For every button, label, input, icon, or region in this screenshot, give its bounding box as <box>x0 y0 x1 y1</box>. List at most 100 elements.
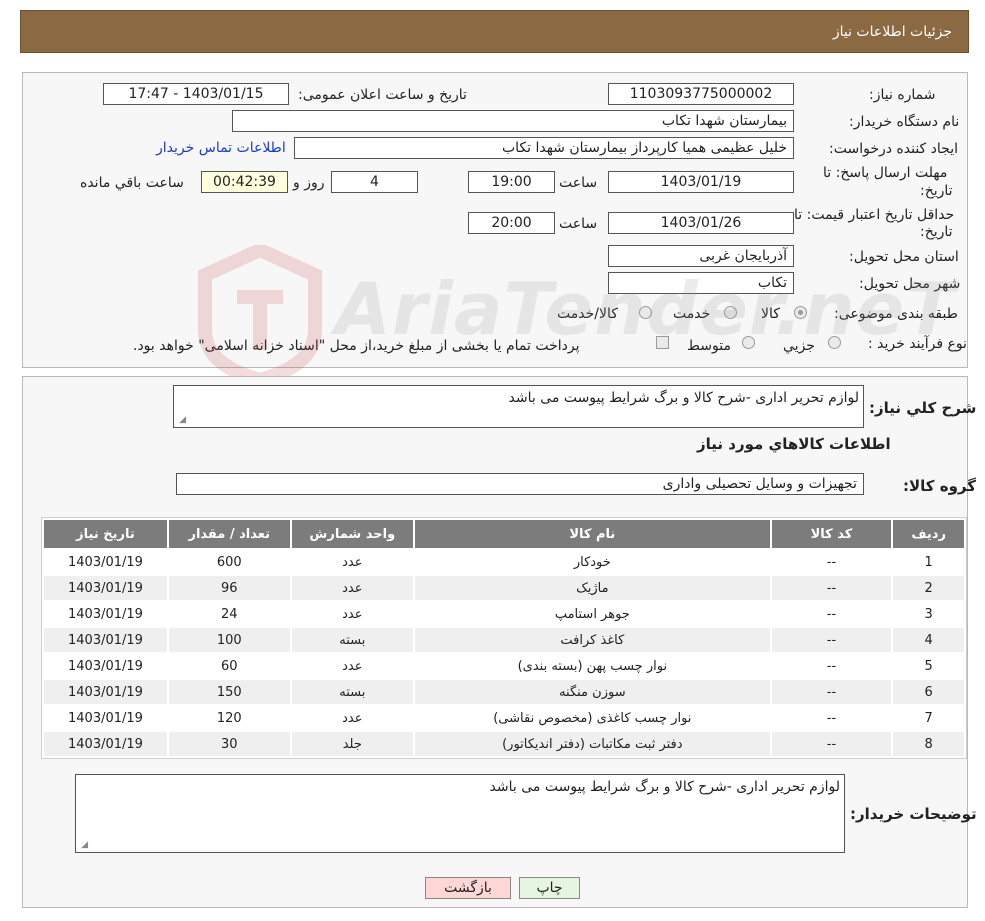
buyer-notes-label: توضیحات خریدار: <box>850 805 977 823</box>
table-row: 5 -- نوار چسب پهن (بسته بندی) عدد 60 140… <box>44 654 964 678</box>
treasury-bonds-checkbox[interactable] <box>656 336 669 349</box>
cell-unit: عدد <box>291 706 414 730</box>
cell-goods-code: -- <box>771 576 892 600</box>
requester-label: ایجاد کننده درخواست: <box>829 141 958 157</box>
reply-deadline-label-line2: تاریخ: <box>920 183 953 199</box>
cell-goods-code: -- <box>771 732 892 756</box>
cell-need-date: 1403/01/19 <box>44 732 167 756</box>
cell-row-number: 3 <box>893 602 964 626</box>
cell-row-number: 1 <box>893 550 964 574</box>
cell-row-number: 7 <box>893 706 964 730</box>
cell-goods-code: -- <box>771 550 892 574</box>
cell-goods-code: -- <box>771 602 892 626</box>
cell-need-date: 1403/01/19 <box>44 602 167 626</box>
cell-goods-name: سوزن منگنه <box>415 680 770 704</box>
cell-need-date: 1403/01/19 <box>44 706 167 730</box>
price-validity-date: 1403/01/26 <box>608 212 794 234</box>
cell-goods-name: خودکار <box>415 550 770 574</box>
purchase-radio-minor[interactable] <box>828 336 841 349</box>
goods-group-field: تجهیزات و وسایل تحصیلی واداری <box>176 473 864 495</box>
category-radio-goods-service[interactable] <box>639 306 652 319</box>
cell-quantity: 600 <box>168 550 290 574</box>
cell-goods-name: دفتر ثبت مکاتبات (دفتر اندیکاتور) <box>415 732 770 756</box>
need-number-label: شماره نیاز: <box>869 87 936 103</box>
cell-row-number: 5 <box>893 654 964 678</box>
cell-goods-name: جوهر استامپ <box>415 602 770 626</box>
price-validity-label-line2: تاریخ: <box>920 224 953 240</box>
cell-need-date: 1403/01/19 <box>44 680 167 704</box>
purchase-option-medium: متوسط <box>687 338 731 354</box>
general-desc-textarea[interactable]: لوازم تحریر اداری -شرح کالا و برگ شرایط … <box>173 385 864 428</box>
purchase-radio-medium[interactable] <box>742 336 755 349</box>
table-row: 7 -- نوار چسب کاغذی (مخصوص نقاشی) عدد 12… <box>44 706 964 730</box>
announce-datetime-field: 1403/01/15 - 17:47 <box>103 83 289 105</box>
col-quantity: تعداد / مقدار <box>168 520 290 548</box>
treasury-bonds-note: پرداخت تمام یا بخشی از مبلغ خرید،از محل … <box>133 338 580 354</box>
cell-need-date: 1403/01/19 <box>44 550 167 574</box>
purchase-option-minor: جزیي <box>783 338 815 354</box>
reply-time-label: ساعت <box>559 175 598 191</box>
days-label: روز و <box>293 175 325 191</box>
cell-goods-code: -- <box>771 628 892 652</box>
print-button[interactable]: چاپ <box>519 877 580 899</box>
page-header: جزئیات اطلاعات نیاز <box>20 10 969 53</box>
category-label: طبقه بندی موضوعی: <box>834 306 958 322</box>
cell-goods-code: -- <box>771 654 892 678</box>
col-row-number: رديف <box>893 520 964 548</box>
resize-handle-icon[interactable]: ◢ <box>78 840 88 850</box>
price-validity-time: 20:00 <box>468 212 555 234</box>
category-radio-goods[interactable] <box>794 306 807 319</box>
table-row: 8 -- دفتر ثبت مکاتبات (دفتر اندیکاتور) ج… <box>44 732 964 756</box>
cell-quantity: 100 <box>168 628 290 652</box>
goods-group-label: گروه کالا: <box>903 477 976 495</box>
cell-quantity: 30 <box>168 732 290 756</box>
cell-unit: عدد <box>291 550 414 574</box>
category-radio-service[interactable] <box>724 306 737 319</box>
table-row: 1 -- خودکار عدد 600 1403/01/19 <box>44 550 964 574</box>
price-time-label: ساعت <box>559 216 598 232</box>
buyer-notes-textarea[interactable]: لوازم تحریر اداری -شرح کالا و برگ شرایط … <box>75 774 845 853</box>
buyer-org-label: نام دستگاه خریدار: <box>849 114 960 130</box>
details-panel: شرح کلي نياز: لوازم تحریر اداری -شرح کال… <box>22 376 977 908</box>
buyer-notes-text: لوازم تحریر اداری -شرح کالا و برگ شرایط … <box>489 779 840 795</box>
requester-field: خلیل عظیمی همیا کارپرداز بیمارستان شهدا … <box>294 137 794 159</box>
need-info-panel: شماره نیاز: 1103093775000002 تاریخ و ساع… <box>22 72 968 368</box>
buyer-org-field: بیمارستان شهدا تکاب <box>232 110 794 132</box>
remaining-time-label: ساعت باقي مانده <box>80 175 184 191</box>
cell-quantity: 120 <box>168 706 290 730</box>
cell-quantity: 24 <box>168 602 290 626</box>
reply-deadline-label: مهلت ارسال پاسخ: تا <box>823 165 948 181</box>
purchase-type-label: نوع فرآیند خرید : <box>868 336 967 352</box>
cell-quantity: 60 <box>168 654 290 678</box>
page-title: جزئیات اطلاعات نیاز <box>832 23 952 40</box>
cell-row-number: 4 <box>893 628 964 652</box>
cell-goods-code: -- <box>771 706 892 730</box>
cell-quantity: 96 <box>168 576 290 600</box>
items-table: رديف کد کالا نام کالا واحد شمارش تعداد /… <box>41 517 967 759</box>
remaining-time-field: 00:42:39 <box>201 171 288 193</box>
col-goods-code: کد کالا <box>771 520 892 548</box>
cell-quantity: 150 <box>168 680 290 704</box>
col-goods-name: نام کالا <box>415 520 770 548</box>
reply-days-field: 4 <box>331 171 418 193</box>
reply-deadline-date: 1403/01/19 <box>608 171 794 193</box>
cell-goods-name: کاغذ کرافت <box>415 628 770 652</box>
cell-goods-name: نوار چسب کاغذی (مخصوص نقاشی) <box>415 706 770 730</box>
buyer-contact-link[interactable]: اطلاعات تماس خریدار <box>156 140 286 156</box>
category-option-service: خدمت <box>673 306 711 322</box>
back-button[interactable]: بازگشت <box>425 877 511 899</box>
city-label: شهر محل تحویل: <box>859 276 961 292</box>
col-need-date: تاریخ نیاز <box>44 520 167 548</box>
table-row: 6 -- سوزن منگنه بسته 150 1403/01/19 <box>44 680 964 704</box>
cell-row-number: 6 <box>893 680 964 704</box>
province-label: استان محل تحویل: <box>849 249 959 265</box>
cell-goods-name: ماژیک <box>415 576 770 600</box>
cell-need-date: 1403/01/19 <box>44 628 167 652</box>
resize-handle-icon[interactable]: ◢ <box>176 415 186 425</box>
col-unit: واحد شمارش <box>291 520 414 548</box>
cell-row-number: 8 <box>893 732 964 756</box>
price-validity-label: حداقل تاریخ اعتبار قیمت: تا <box>794 207 955 223</box>
cell-goods-code: -- <box>771 680 892 704</box>
category-option-goods: کالا <box>761 306 780 322</box>
cell-unit: عدد <box>291 654 414 678</box>
